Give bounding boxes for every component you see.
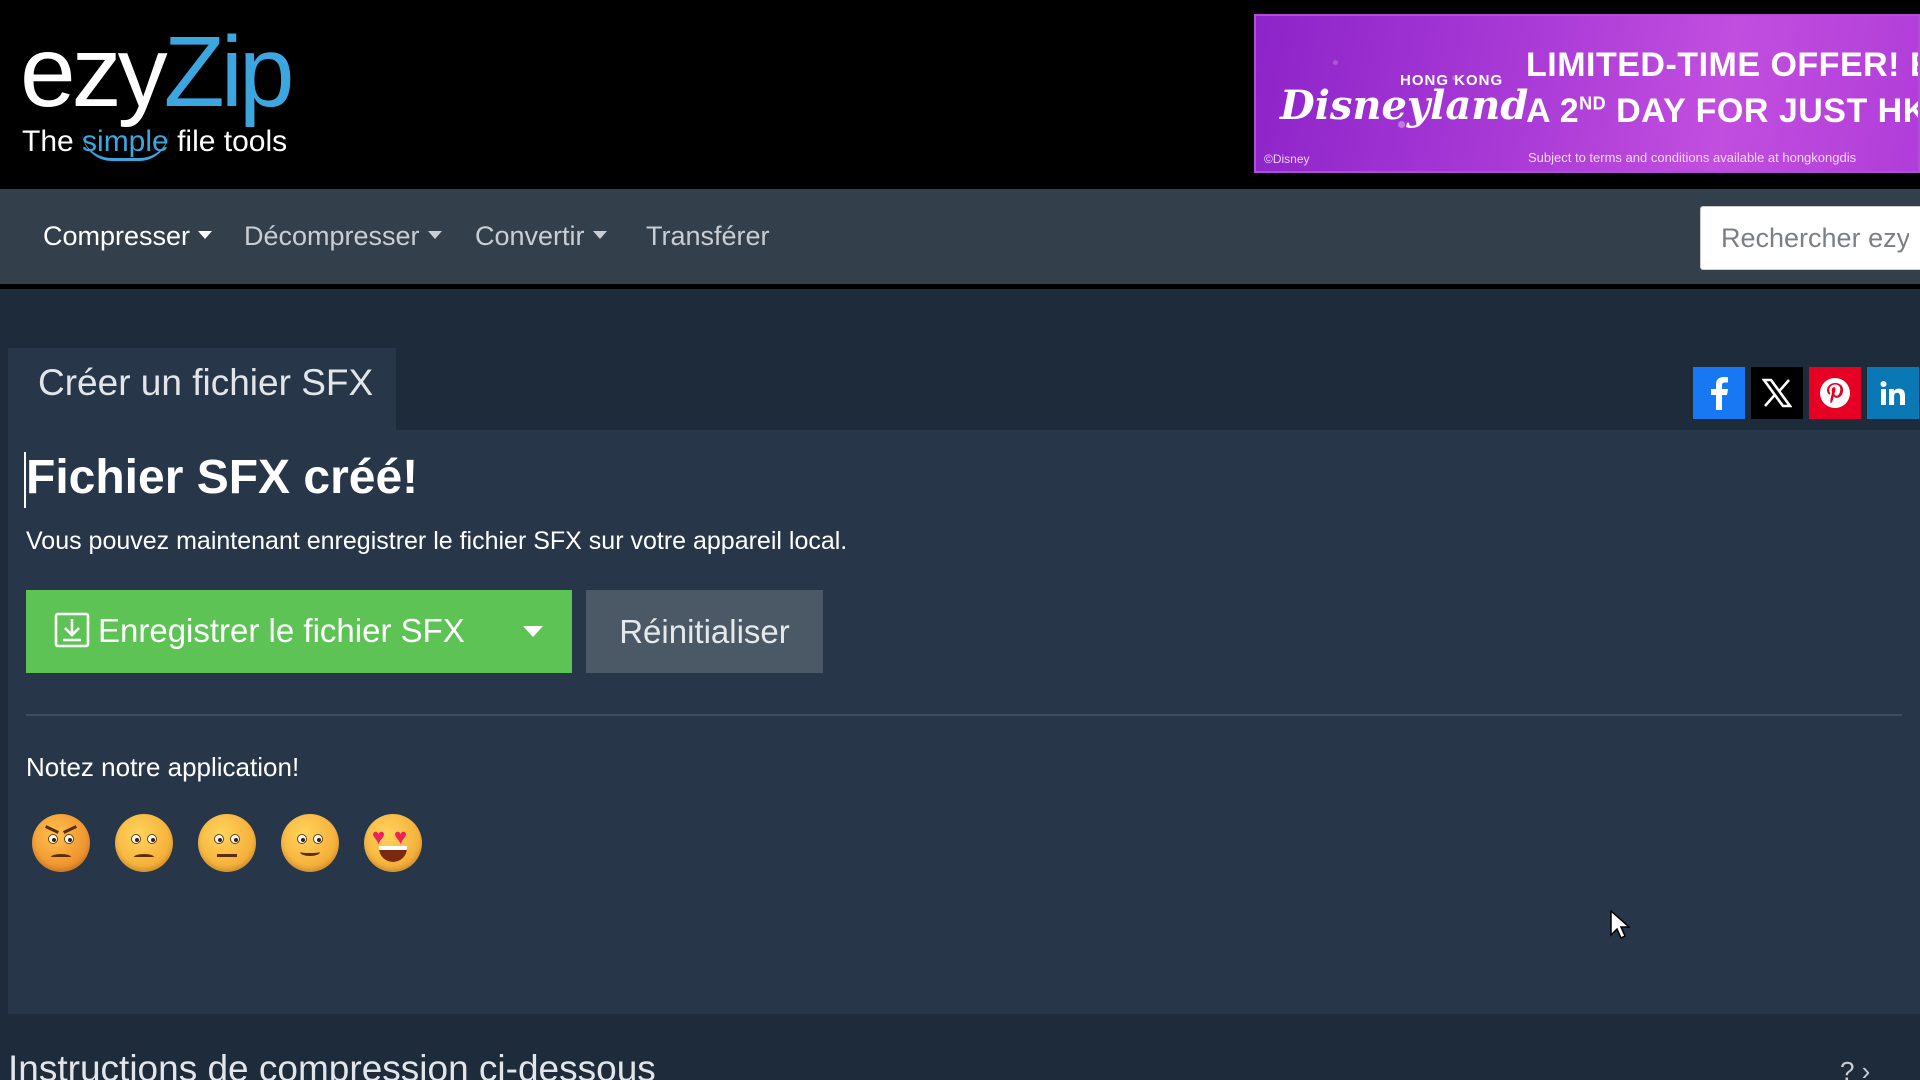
nav-transferer[interactable]: Transférer [646,221,770,252]
download-icon [54,612,90,648]
chevron-down-icon [198,230,213,239]
emoji-mouth [134,854,154,860]
ad-line2-a: A 2 [1526,92,1580,130]
logo-part-zip: Zip [163,16,295,128]
instructions-heading: Instructions de compression ci-dessous [8,1048,656,1080]
reset-button[interactable]: Réinitialiser [586,590,823,673]
x-icon [1762,378,1792,408]
emoji-eye [297,834,307,844]
emoji-eye [147,834,157,844]
emoji-eye [48,834,58,844]
share-facebook-button[interactable] [1693,367,1745,419]
save-sfx-label: Enregistrer le fichier SFX [98,612,465,649]
share-x-button[interactable] [1751,367,1803,419]
ad-line2-sup: ND [1579,93,1607,114]
site-header: ezyZip The simple file tools HONG KONG D… [0,0,1920,189]
logo-tagline: The simple file tools [22,125,288,161]
result-description: Vous pouvez maintenant enregistrer le fi… [26,527,848,555]
save-sfx-button[interactable]: Enregistrer le fichier SFX [26,590,572,673]
ad-line2-b: DAY FOR JUST HK$ [1606,92,1920,130]
emoji-eye [313,834,323,844]
ad-copyright: ©Disney [1264,152,1310,166]
tab-create-sfx-label: Créer un fichier SFX [38,362,374,403]
nav-convertir-label: Convertir [475,221,585,251]
ad-headline-2: A 2ND DAY FOR JUST HK$ [1526,92,1920,131]
tab-create-sfx[interactable]: Créer un fichier SFX [8,348,396,430]
sad-face-icon[interactable] [115,814,173,872]
angry-face-icon[interactable] [32,814,90,872]
chevron-down-icon [427,230,442,239]
ad-brand-name: Disneyland [1280,82,1529,129]
text-cursor [24,452,26,508]
main-navbar: Compresser Décompresser Convertir Transf… [0,189,1920,289]
divider [26,714,1902,716]
help-toggle[interactable]: ? › [1840,1056,1870,1080]
logo-wordmark: ezyZip [20,22,295,122]
linkedin-icon [1880,381,1905,405]
ad-brand-logo: HONG KONG Disneyland [1280,68,1528,129]
logo-tag-before: The [22,125,83,158]
nav-transferer-label: Transférer [646,221,770,251]
nav-decompresser[interactable]: Décompresser [244,221,442,252]
logo-tag-after: file tools [168,125,288,158]
nav-decompresser-label: Décompresser [244,221,420,251]
emoji-mouth [379,846,407,862]
heart-eyes-face-icon[interactable]: ♥ ♥ [364,814,422,872]
ad-headline-1: LIMITED-TIME OFFER! EN [1526,46,1920,84]
neutral-face-icon[interactable] [198,814,256,872]
heart-icon: ♥ [394,824,408,849]
smiling-face-icon[interactable] [281,814,339,872]
facebook-icon [1711,377,1728,410]
emoji-brow [45,825,59,834]
emoji-mouth [51,854,71,860]
chevron-down-icon[interactable] [523,626,543,637]
mouse-pointer-icon [1610,910,1630,940]
pinterest-icon [1820,378,1850,408]
nav-compresser[interactable]: Compresser [43,221,213,252]
heart-icon: ♥ [372,824,386,849]
share-linkedin-button[interactable] [1867,367,1919,419]
chevron-down-icon [592,230,607,239]
emoji-mouth [300,848,320,856]
search-input[interactable] [1700,206,1920,270]
emoji-brow [63,825,77,834]
emoji-eye [214,834,224,844]
logo-tag-highlight: simple [82,125,169,161]
ezyzip-logo[interactable]: ezyZip The simple file tools [20,22,320,162]
emoji-eye [64,834,74,844]
result-card [8,430,1920,1014]
emoji-eye [131,834,141,844]
nav-compresser-label: Compresser [43,221,191,251]
share-pinterest-button[interactable] [1809,367,1861,419]
advertisement-banner[interactable]: HONG KONG Disneyland LIMITED-TIME OFFER!… [1254,14,1920,173]
rating-label: Notez notre application! [26,752,300,782]
page-title-text: Fichier SFX créé! [26,451,419,504]
logo-part-ezy: ezy [20,16,168,128]
nav-convertir[interactable]: Convertir [475,221,607,252]
emoji-eye [230,834,240,844]
emoji-mouth [217,854,237,857]
page-title: Fichier SFX créé! [24,450,419,508]
ad-fineprint: Subject to terms and conditions availabl… [1528,150,1857,165]
